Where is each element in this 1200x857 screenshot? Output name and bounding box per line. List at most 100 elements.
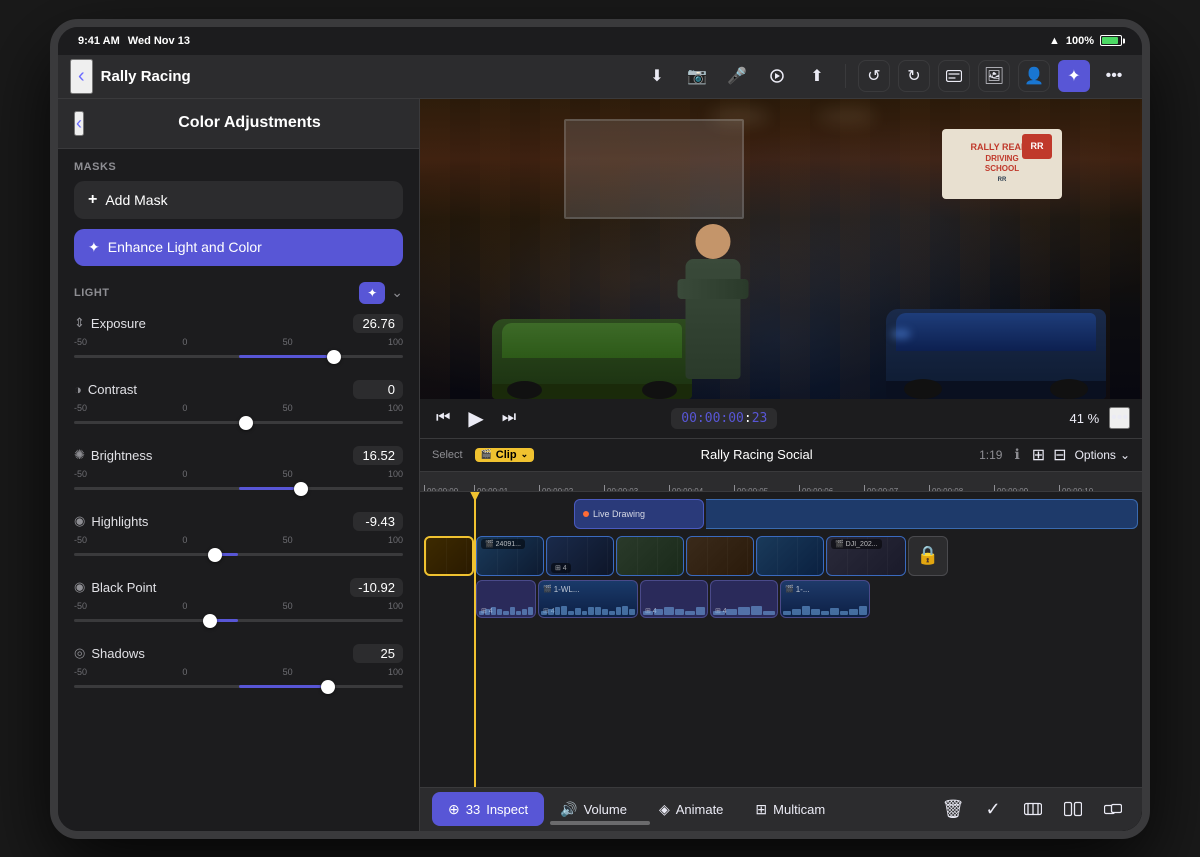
toolbar-back-button[interactable]: ‹ <box>70 59 93 94</box>
brightness-slider-labels: -50050100 <box>74 469 403 479</box>
effects-button[interactable]: ✦ <box>1058 60 1090 92</box>
add-mask-button[interactable]: + Add Mask <box>74 181 403 219</box>
skip-back-button[interactable]: ⏮ <box>432 405 454 431</box>
cut-button[interactable] <box>1016 792 1050 826</box>
clip-end[interactable]: 🔒 <box>908 536 948 576</box>
split-button[interactable] <box>1056 792 1090 826</box>
panel-header: ‹ Color Adjustments <box>58 99 419 149</box>
ruler-mark-8: 00:00:08 <box>929 485 994 491</box>
clip-4[interactable] <box>686 536 754 576</box>
more-options-button[interactable]: ••• <box>1109 407 1130 429</box>
skip-forward-button[interactable]: ⏭ <box>498 405 520 431</box>
more-button[interactable]: ••• <box>1098 60 1130 92</box>
panel-back-button[interactable]: ‹ <box>74 111 84 136</box>
ruler-mark-1: 00:00:01 <box>474 485 539 491</box>
wifi-icon: ▲ <box>1049 35 1060 47</box>
caption-button[interactable] <box>938 60 970 92</box>
main-area: ‹ Color Adjustments MASKS + Add Mask ✦ E… <box>58 99 1142 831</box>
shadows-value: 25 <box>353 644 403 663</box>
avatar-button[interactable]: 👤 <box>1018 60 1050 92</box>
tab-multicam[interactable]: ⊞ Multicam <box>739 792 841 826</box>
secondary-clip-3[interactable]: ⊞ 4 <box>640 580 708 618</box>
timeline-area: Select 🎬 Clip ⌄ Rally Racing Social 1:19… <box>420 439 1142 787</box>
delete-button[interactable]: 🗑 <box>936 792 970 826</box>
highlights-slider[interactable] <box>74 546 403 564</box>
timecode-value: 00:00:00 <box>681 411 744 426</box>
shadows-slider[interactable] <box>74 678 403 696</box>
enhance-button[interactable]: ✦ Enhance Light and Color <box>74 229 403 266</box>
live-drawing-clip[interactable]: Live Drawing <box>574 499 704 529</box>
brightness-row: ✺ Brightness 16.52 -50050100 <box>74 446 403 498</box>
toolbar-title: Rally Racing <box>101 68 633 85</box>
left-panel: ‹ Color Adjustments MASKS + Add Mask ✦ E… <box>58 99 420 831</box>
brightness-slider[interactable] <box>74 480 403 498</box>
masks-label: MASKS <box>74 161 403 173</box>
ruler-mark-0: 00:00:00 <box>424 485 474 491</box>
shadows-icon: ◎ <box>74 645 85 661</box>
photo-button[interactable]: 🖼 <box>978 60 1010 92</box>
car-right <box>886 309 1106 399</box>
ruler-mark-4: 00:00:04 <box>669 485 734 491</box>
timeline-info-button[interactable]: ℹ <box>1014 446 1019 463</box>
enhance-label: Enhance Light and Color <box>108 239 262 255</box>
exposure-slider[interactable] <box>74 348 403 366</box>
share-button[interactable]: ⬆ <box>801 60 833 92</box>
check-button[interactable]: ✓ <box>976 792 1010 826</box>
timeline-header: Select 🎬 Clip ⌄ Rally Racing Social 1:19… <box>420 439 1142 472</box>
sign-line2: DRIVING <box>985 154 1018 164</box>
status-time: 9:41 AM <box>78 35 120 47</box>
secondary-clip-5[interactable]: 🎬 1-... <box>780 580 870 618</box>
layout-button[interactable]: ⊟ <box>1053 445 1066 465</box>
play-button[interactable]: ▶ <box>464 402 487 435</box>
exposure-row: ⇕ Exposure 26.76 -50050100 <box>74 314 403 366</box>
options-button[interactable]: Options ⌄ <box>1075 448 1130 462</box>
highlights-row: ◉ Highlights -9.43 -50050100 <box>74 512 403 564</box>
ruler-mark-2: 00:00:02 <box>539 485 604 491</box>
black-point-slider[interactable] <box>74 612 403 630</box>
clip-5[interactable] <box>756 536 824 576</box>
secondary-clip-1[interactable]: ⊞ 4 <box>476 580 536 618</box>
highlights-value: -9.43 <box>353 512 403 531</box>
camera-button[interactable]: 📷 <box>681 60 713 92</box>
secondary-clip-4[interactable]: ⊞ 4 <box>710 580 778 618</box>
black-point-icon: ◉ <box>74 579 85 595</box>
ruler-mark-3: 00:00:03 <box>604 485 669 491</box>
overlay-button[interactable] <box>1096 792 1130 826</box>
enhance-icon: ✦ <box>88 239 100 256</box>
auto-button[interactable]: ✦ <box>359 282 385 304</box>
ruler-mark-7: 00:00:07 <box>864 485 929 491</box>
timeline-tracks[interactable]: Live Drawing 🎬 24 <box>420 492 1142 787</box>
battery-icon <box>1100 35 1122 46</box>
clip-1[interactable]: 🎬 24091... <box>476 536 544 576</box>
redo-button[interactable]: ↻ <box>898 60 930 92</box>
timeline-options: ⊞ ⊟ Options ⌄ <box>1032 445 1130 465</box>
bottom-actions: 🗑 ✓ <box>936 792 1130 826</box>
clip-3[interactable] <box>616 536 684 576</box>
undo-button[interactable]: ↺ <box>858 60 890 92</box>
grid-view-button[interactable]: ⊞ <box>1032 445 1045 465</box>
highlights-icon: ◉ <box>74 513 85 529</box>
contrast-slider[interactable] <box>74 414 403 432</box>
ruler-mark-6: 00:00:06 <box>799 485 864 491</box>
shadows-slider-labels: -50050100 <box>74 667 403 677</box>
playhead[interactable] <box>474 492 476 787</box>
timeline-title: Rally Racing Social <box>546 447 967 462</box>
microphone-button[interactable]: 🎤 <box>721 60 753 92</box>
clip-6[interactable]: 🎬 DJI_202... <box>826 536 906 576</box>
contrast-value: 0 <box>353 380 403 399</box>
light-chevron[interactable]: ⌄ <box>391 284 403 301</box>
exposure-icon: ⇕ <box>74 315 85 331</box>
black-point-label: Black Point <box>91 580 156 595</box>
action-button[interactable] <box>761 60 793 92</box>
clip-selected[interactable] <box>424 536 474 576</box>
highlights-slider-labels: -50050100 <box>74 535 403 545</box>
home-indicator <box>550 821 650 825</box>
sign-line3: SCHOOL <box>985 164 1019 174</box>
clip-2[interactable]: ⊞ 4 <box>546 536 614 576</box>
tab-inspect[interactable]: ⊕ 33 Inspect <box>432 792 544 826</box>
secondary-clip-2[interactable]: 🎬 1-WL... ⊞ 4 <box>538 580 638 618</box>
download-button[interactable]: ⬇ <box>641 60 673 92</box>
toolbar: ‹ Rally Racing ⬇ 📷 🎤 ⬆ ↺ ↻ 🖼 <box>58 55 1142 99</box>
tab-animate[interactable]: ◈ Animate <box>643 792 739 826</box>
toolbar-icons: ⬇ 📷 🎤 ⬆ ↺ ↻ 🖼 👤 ✦ ••• <box>641 60 1130 92</box>
